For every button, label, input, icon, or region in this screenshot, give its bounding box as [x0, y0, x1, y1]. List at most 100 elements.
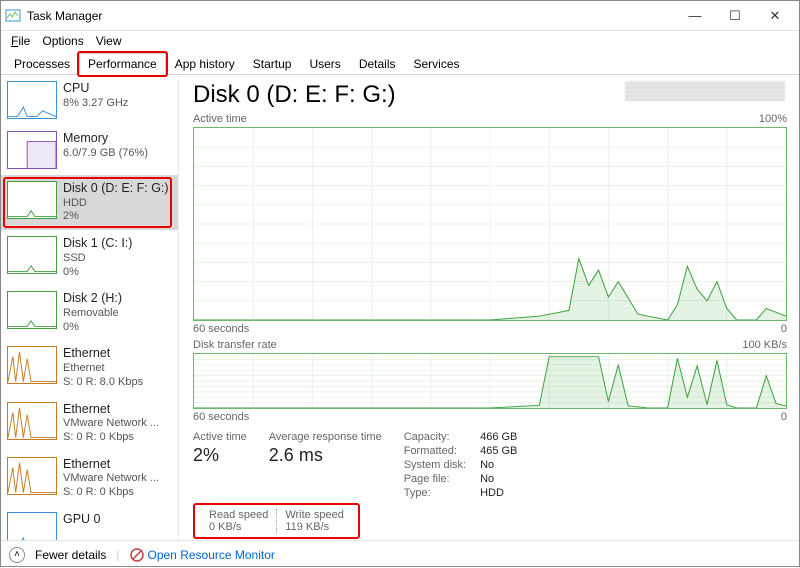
- transfer-rate-chart: [193, 353, 787, 409]
- minimize-button[interactable]: —: [675, 2, 715, 30]
- stat-label: Write speed: [285, 509, 344, 521]
- item-meta: Disk 0 (D: E: F: G:)HDD2%: [63, 181, 169, 224]
- stat-write-speed: Write speed 119 KB/s: [277, 507, 352, 535]
- maximize-button[interactable]: ☐: [715, 2, 755, 30]
- chart1-xleft: 60 seconds: [193, 323, 249, 335]
- item-name: Ethernet: [63, 402, 159, 418]
- item-line1: Ethernet: [63, 362, 143, 376]
- tab-users[interactable]: Users: [300, 53, 349, 75]
- sparkline-thumb: [7, 402, 57, 440]
- item-meta: Disk 1 (C: I:)SSD0%: [63, 236, 132, 279]
- item-meta: GPU 0: [63, 512, 101, 540]
- chart2-label: Disk transfer rate: [193, 339, 277, 351]
- info-key: System disk:: [404, 459, 466, 471]
- sparkline-thumb: [7, 181, 57, 219]
- item-line1: VMware Network ...: [63, 472, 159, 486]
- menu-view[interactable]: View: [90, 32, 128, 50]
- sidebar-item-5[interactable]: EthernetEthernetS: 0 R: 8.0 Kbps: [1, 340, 178, 395]
- close-button[interactable]: ✕: [755, 2, 795, 30]
- window-title: Task Manager: [27, 9, 102, 23]
- app-icon: [5, 8, 21, 24]
- item-line1: HDD: [63, 197, 169, 211]
- stat-value: 2.6 ms: [269, 445, 382, 466]
- sparkline-thumb: [7, 346, 57, 384]
- item-line2: S: 0 R: 0 Kbps: [63, 431, 159, 445]
- item-meta: EthernetVMware Network ...S: 0 R: 0 Kbps: [63, 402, 159, 445]
- sparkline-thumb: [7, 81, 57, 119]
- tab-performance[interactable]: Performance: [79, 53, 166, 75]
- info-key: Capacity:: [404, 431, 466, 443]
- open-resource-monitor-link[interactable]: Open Resource Monitor: [130, 548, 275, 562]
- sidebar-item-8[interactable]: GPU 0: [1, 506, 178, 540]
- sidebar[interactable]: CPU8% 3.27 GHz Memory6.0/7.9 GB (76%) Disk…: [1, 75, 179, 540]
- stat-label: Read speed: [209, 509, 268, 521]
- stat-active-time: Active time 2%: [193, 431, 247, 499]
- item-meta: CPU8% 3.27 GHz: [63, 81, 128, 119]
- item-line2: 0%: [63, 321, 122, 335]
- sidebar-item-2[interactable]: Disk 0 (D: E: F: G:)HDD2%: [1, 175, 178, 230]
- sparkline-thumb: [7, 512, 57, 540]
- info-value: 466 GB: [480, 431, 517, 443]
- stat-value: 119 KB/s: [285, 521, 344, 533]
- stat-avg-response: Average response time 2.6 ms: [269, 431, 382, 499]
- item-line1: SSD: [63, 252, 132, 266]
- chart1-label: Active time: [193, 113, 247, 125]
- info-key: Type:: [404, 487, 466, 499]
- sidebar-item-4[interactable]: Disk 2 (H:)Removable0%: [1, 285, 178, 340]
- stat-read-speed: Read speed 0 KB/s: [201, 507, 276, 535]
- sparkline-thumb: [7, 131, 57, 169]
- item-meta: EthernetVMware Network ...S: 0 R: 0 Kbps: [63, 457, 159, 500]
- main-panel: Disk 0 (D: E: F: G:) Active time 100% 60…: [179, 75, 799, 540]
- tab-details[interactable]: Details: [350, 53, 405, 75]
- chart2-xleft: 60 seconds: [193, 411, 249, 423]
- item-name: Disk 0 (D: E: F: G:): [63, 181, 169, 197]
- sidebar-item-0[interactable]: CPU8% 3.27 GHz: [1, 75, 178, 125]
- fewer-details-link[interactable]: Fewer details: [35, 548, 106, 562]
- titlebar: Task Manager — ☐ ✕: [1, 1, 799, 31]
- item-line1: 8% 3.27 GHz: [63, 97, 128, 111]
- info-key: Formatted:: [404, 445, 466, 457]
- sidebar-item-6[interactable]: EthernetVMware Network ...S: 0 R: 0 Kbps: [1, 396, 178, 451]
- item-line2: S: 0 R: 8.0 Kbps: [63, 376, 143, 390]
- item-meta: Disk 2 (H:)Removable0%: [63, 291, 122, 334]
- tab-services[interactable]: Services: [405, 53, 469, 75]
- item-name: Memory: [63, 131, 148, 147]
- chevron-up-icon[interactable]: ˄: [9, 547, 25, 563]
- menu-options[interactable]: Options: [36, 32, 89, 50]
- item-line1: 6.0/7.9 GB (76%): [63, 147, 148, 161]
- info-value: 465 GB: [480, 445, 517, 457]
- sparkline-thumb: [7, 236, 57, 274]
- active-time-chart: [193, 127, 787, 321]
- sparkline-thumb: [7, 457, 57, 495]
- stat-value: 0 KB/s: [209, 521, 268, 533]
- sidebar-item-3[interactable]: Disk 1 (C: I:)SSD0%: [1, 230, 178, 285]
- sparkline-thumb: [7, 291, 57, 329]
- chart1-max: 100%: [759, 113, 787, 125]
- link-label: Open Resource Monitor: [148, 548, 275, 562]
- item-name: Disk 1 (C: I:): [63, 236, 132, 252]
- item-line1: VMware Network ...: [63, 417, 159, 431]
- chart2-xright: 0: [781, 411, 787, 423]
- stat-label: Active time: [193, 431, 247, 443]
- chart1-xright: 0: [781, 323, 787, 335]
- speed-highlight-box: Read speed 0 KB/s Write speed 119 KB/s: [193, 503, 360, 539]
- tab-bar: Processes Performance App history Startu…: [1, 51, 799, 75]
- tab-app-history[interactable]: App history: [166, 53, 244, 75]
- sidebar-item-7[interactable]: EthernetVMware Network ...S: 0 R: 0 Kbps: [1, 451, 178, 506]
- info-value: No: [480, 459, 517, 471]
- tab-startup[interactable]: Startup: [244, 53, 301, 75]
- tab-processes[interactable]: Processes: [5, 53, 79, 75]
- footer: ˄ Fewer details | Open Resource Monitor: [1, 540, 799, 568]
- item-meta: EthernetEthernetS: 0 R: 8.0 Kbps: [63, 346, 143, 389]
- chart2-max: 100 KB/s: [742, 339, 787, 351]
- info-value: HDD: [480, 487, 517, 499]
- item-line1: Removable: [63, 307, 122, 321]
- menu-file[interactable]: File: [5, 32, 36, 50]
- stat-label: Average response time: [269, 431, 382, 443]
- item-meta: Memory6.0/7.9 GB (76%): [63, 131, 148, 169]
- item-name: GPU 0: [63, 512, 101, 528]
- sidebar-item-1[interactable]: Memory6.0/7.9 GB (76%): [1, 125, 178, 175]
- menubar: File Options View: [1, 31, 799, 51]
- disk-info-table: Capacity: 466 GB Formatted: 465 GB System di…: [404, 431, 518, 499]
- item-line2: 2%: [63, 210, 169, 224]
